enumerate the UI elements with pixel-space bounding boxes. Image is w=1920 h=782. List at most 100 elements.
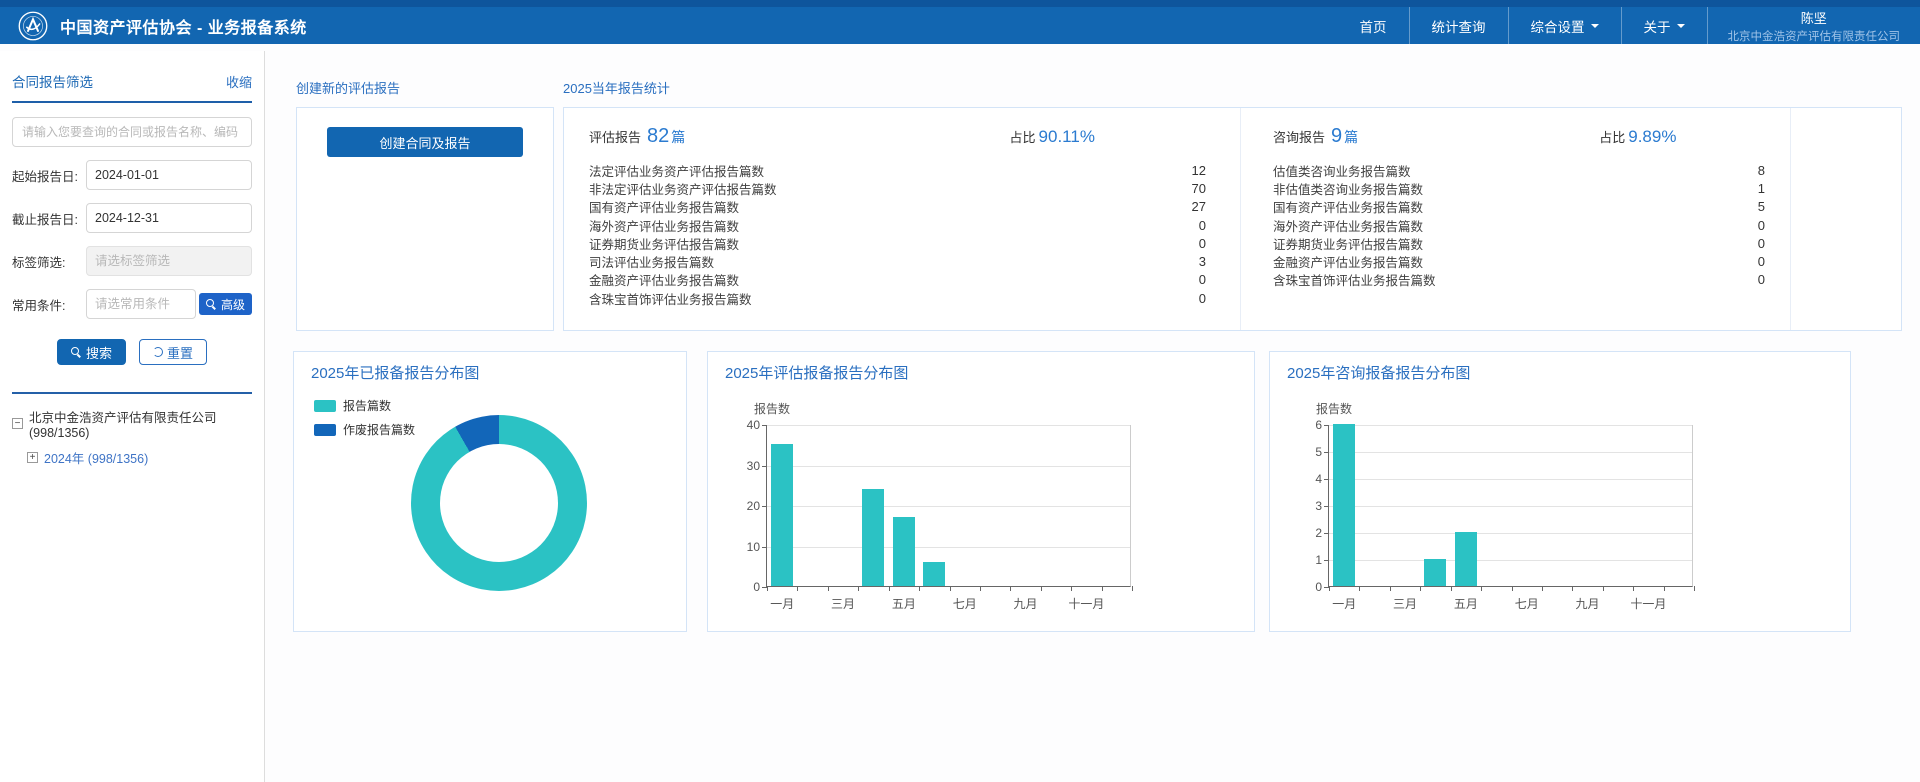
x-tick-mark xyxy=(797,586,798,591)
chart-title: 2025年评估报备报告分布图 xyxy=(725,362,908,383)
x-tick-mark xyxy=(1010,586,1011,591)
org-report-tree: −北京中金浩资产评估有限责任公司(998/1356) +2024年 (998/13… xyxy=(12,407,252,467)
stat-row: 国有资产评估业务报告篇数5 xyxy=(1273,198,1765,216)
end-report-date-input[interactable] xyxy=(86,203,252,233)
tree-node-label: 北京中金浩资产评估有限责任公司(998/1356) xyxy=(29,407,252,440)
nav-item-home[interactable]: 首页 xyxy=(1338,7,1409,44)
create-contract-report-button[interactable]: 创建合同及报告 xyxy=(327,127,523,157)
y-tick-label: 1 xyxy=(1315,553,1322,567)
x-tick-label: 一月 xyxy=(1332,595,1356,612)
stat-row-value: 12 xyxy=(1192,163,1206,178)
y-tick-mark xyxy=(762,506,767,507)
x-tick-mark xyxy=(950,586,951,591)
yearly-stats-panel: 评估报告82篇占比90.11%法定评估业务资产评估报告篇数12非法定评估业务资产… xyxy=(563,107,1902,331)
collapse-link[interactable]: 收缩 xyxy=(226,72,252,91)
bar[interactable] xyxy=(1455,532,1477,586)
start-report-date-label: 起始报告日: xyxy=(12,166,86,185)
x-tick-label: 三月 xyxy=(1393,595,1417,612)
chevron-down-icon xyxy=(1591,24,1599,32)
ratio-value: 9.89% xyxy=(1628,127,1676,147)
x-tick-mark xyxy=(828,586,829,591)
plus-box-icon[interactable]: + xyxy=(27,452,38,463)
stat-ratio: 占比9.89% xyxy=(1599,127,1676,147)
y-tick-mark xyxy=(1324,560,1329,561)
chart-legend: 报告篇数作废报告篇数 xyxy=(314,397,415,445)
tree-node[interactable]: −北京中金浩资产评估有限责任公司(998/1356) xyxy=(12,407,252,440)
appraisal-reports-bar-chart-panel: 2025年评估报备报告分布图 报告数010203040一月三月五月七月九月十一月 xyxy=(707,351,1255,632)
x-tick-mark xyxy=(1329,586,1330,591)
stat-row-label: 证券期货业务评估报告篇数 xyxy=(589,234,739,253)
search-button[interactable]: 搜索 xyxy=(57,339,126,365)
stat-row-label: 国有资产评估业务报告篇数 xyxy=(589,197,739,216)
start-report-date-input[interactable] xyxy=(86,160,252,190)
minus-box-icon[interactable]: − xyxy=(12,418,23,429)
chevron-down-icon xyxy=(1677,24,1685,32)
search-icon xyxy=(71,347,82,358)
stat-row-value: 8 xyxy=(1758,163,1765,178)
stat-row-value: 0 xyxy=(1758,272,1765,287)
stat-rows: 估值类咨询业务报告篇数8非估值类咨询业务报告篇数1国有资产评估业务报告篇数5海外… xyxy=(1273,161,1765,289)
stat-row-value: 27 xyxy=(1192,199,1206,214)
ratio-label: 占比 xyxy=(1010,127,1036,146)
keyword-search-input[interactable] xyxy=(12,117,252,147)
common-condition-input[interactable] xyxy=(86,289,196,319)
x-tick-mark xyxy=(919,586,920,591)
bar[interactable] xyxy=(771,444,793,586)
stat-row: 含珠宝首饰评估业务报告篇数0 xyxy=(589,289,1206,307)
y-tick-mark xyxy=(1324,533,1329,534)
stat-row: 非估值类咨询业务报告篇数1 xyxy=(1273,179,1765,197)
x-tick-mark xyxy=(1451,586,1452,591)
stat-row: 含珠宝首饰评估业务报告篇数 0 xyxy=(1273,271,1765,289)
bar[interactable] xyxy=(862,489,884,586)
tag-filter-label: 标签筛选: xyxy=(12,252,86,271)
nav-item-statistics-query[interactable]: 统计查询 xyxy=(1410,7,1508,44)
stat-row-label: 海外资产评估业务报告篇数 xyxy=(1273,216,1423,235)
stat-row-label: 司法评估业务报告篇数 xyxy=(589,252,714,271)
legend-label: 作废报告篇数 xyxy=(343,421,415,438)
y-tick-mark xyxy=(1324,452,1329,453)
stat-row: 估值类咨询业务报告篇数8 xyxy=(1273,161,1765,179)
legend-item[interactable]: 报告篇数 xyxy=(314,397,415,414)
stat-row-value: 1 xyxy=(1758,181,1765,196)
x-tick-mark xyxy=(858,586,859,591)
x-tick-label: 十一月 xyxy=(1630,595,1666,612)
user-block[interactable]: 陈坚 北京中金浩资产评估有限责任公司 xyxy=(1708,7,1920,44)
stat-group-count: 9 xyxy=(1331,125,1342,148)
x-tick-label: 三月 xyxy=(831,595,855,612)
association-seal-icon xyxy=(18,11,48,41)
legend-item[interactable]: 作废报告篇数 xyxy=(314,421,415,438)
end-report-date-label: 截止报告日: xyxy=(12,209,86,228)
stat-row-label: 含珠宝首饰评估业务报告篇数 xyxy=(1273,270,1436,289)
brand: 中国资产评估协会 - 业务报备系统 xyxy=(18,11,307,41)
stat-row-label: 证券期货业务评估报告篇数 xyxy=(1273,234,1423,253)
chart-title: 2025年咨询报备报告分布图 xyxy=(1287,362,1470,383)
filed-reports-donut-chart-panel: 2025年已报备报告分布图 报告篇数作废报告篇数 xyxy=(293,351,687,632)
stat-group-header: 评估报告82篇占比90.11% xyxy=(589,125,1206,148)
x-tick-mark xyxy=(1512,586,1513,591)
bar-plot-area: 0123456一月三月五月七月九月十一月 xyxy=(1328,425,1693,587)
x-tick-mark xyxy=(1572,586,1573,591)
bar[interactable] xyxy=(893,517,915,586)
advanced-search-button[interactable]: 高级 xyxy=(199,293,252,315)
stat-group-count: 82 xyxy=(647,125,669,148)
y-tick-label: 5 xyxy=(1315,445,1322,459)
nav-item-about[interactable]: 关于 xyxy=(1622,7,1707,44)
y-tick-label: 3 xyxy=(1315,499,1322,513)
y-tick-label: 0 xyxy=(1315,580,1322,594)
y-tick-mark xyxy=(762,425,767,426)
filter-sidebar: 合同报告筛选 收缩 起始报告日:截止报告日:标签筛选:常用条件:高级 搜索 重置… xyxy=(0,51,265,782)
bar[interactable] xyxy=(923,562,945,586)
user-name: 陈坚 xyxy=(1801,8,1827,27)
nav-item-general-settings[interactable]: 综合设置 xyxy=(1509,7,1621,44)
stat-row-value: 3 xyxy=(1199,254,1206,269)
tree-node[interactable]: +2024年 (998/1356) xyxy=(27,448,252,467)
reset-button[interactable]: 重置 xyxy=(139,339,207,365)
bar[interactable] xyxy=(1424,559,1446,586)
filter-header: 合同报告筛选 收缩 xyxy=(12,71,252,103)
x-tick-mark xyxy=(1542,586,1543,591)
gridline xyxy=(1329,425,1692,426)
x-tick-label: 一月 xyxy=(770,595,794,612)
bar[interactable] xyxy=(1333,424,1355,586)
field-row-end-report-date: 截止报告日: xyxy=(12,203,252,233)
x-tick-mark xyxy=(1071,586,1072,591)
